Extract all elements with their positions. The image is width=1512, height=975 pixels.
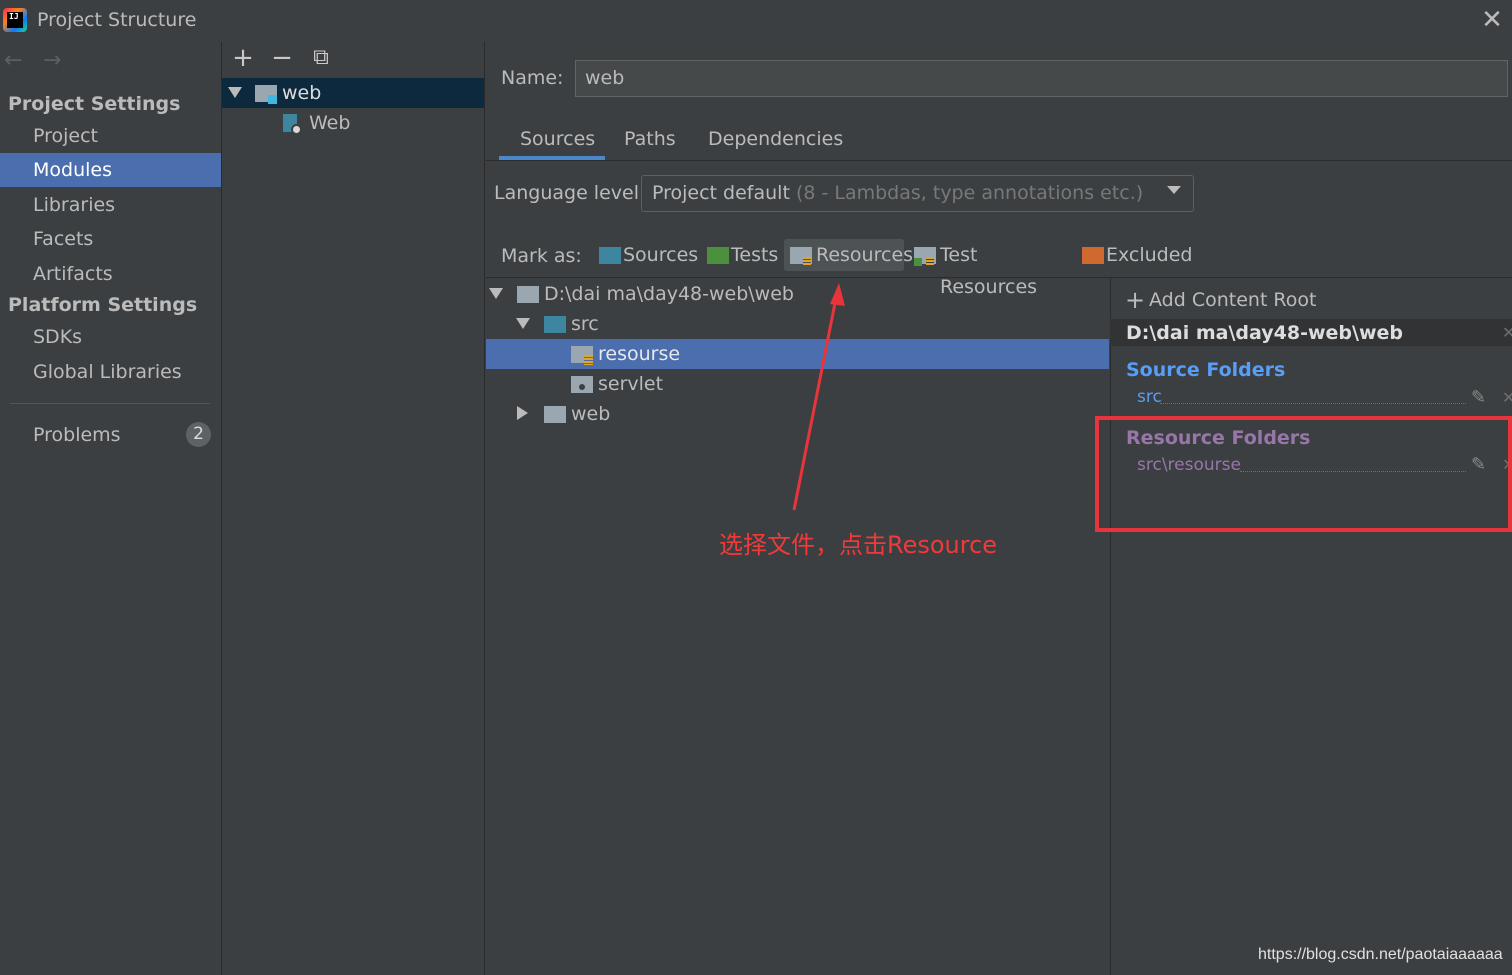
content-root-path: D:\dai ma\day48-web\web: [1126, 322, 1403, 344]
intellij-logo-icon: IJ: [3, 8, 27, 32]
add-content-root-button[interactable]: Add Content Root: [1149, 289, 1316, 311]
content-root-panel: [1110, 278, 1512, 975]
tabs-divider: [486, 160, 1512, 161]
window-title: Project Structure: [37, 9, 197, 31]
nav-divider: [10, 403, 210, 404]
mark-as-label: Mark as:: [501, 245, 582, 267]
expand-triangle-icon[interactable]: [516, 318, 530, 329]
active-tab-indicator: [499, 156, 605, 160]
remove-content-root-icon[interactable]: ✕: [1502, 323, 1512, 342]
language-level-label: Language level:: [494, 182, 646, 204]
close-icon[interactable]: ✕: [1478, 6, 1506, 34]
title-bar: [0, 0, 1512, 42]
sources-folder-icon: [599, 247, 621, 264]
remove-folder-icon[interactable]: ✕: [1502, 388, 1512, 407]
nav-section-platform-settings: Platform Settings: [8, 294, 198, 316]
forward-arrow-icon[interactable]: →: [43, 48, 61, 73]
nav-item-sdks[interactable]: SDKs: [0, 320, 221, 354]
tests-folder-icon: [707, 247, 729, 264]
plus-icon[interactable]: +: [1125, 286, 1145, 314]
remove-module-icon[interactable]: −: [269, 45, 295, 71]
package-folder-icon: [571, 376, 593, 393]
annotation-highlight-box: [1095, 416, 1512, 532]
nav-item-global-libraries[interactable]: Global Libraries: [0, 355, 221, 389]
nav-item-facets[interactable]: Facets: [0, 222, 221, 256]
web-facet-icon: [283, 114, 303, 136]
collapse-triangle-icon[interactable]: [517, 406, 528, 420]
tab-sources[interactable]: Sources: [520, 128, 595, 150]
facet-label-web[interactable]: Web: [309, 112, 350, 134]
module-folder-icon: [255, 85, 277, 105]
source-folder-entry[interactable]: src: [1137, 387, 1162, 407]
source-folder-icon: [544, 316, 566, 333]
nav-item-artifacts[interactable]: Artifacts: [0, 257, 221, 291]
expand-triangle-icon[interactable]: [489, 288, 503, 299]
mark-test-resources-button[interactable]: Test Resources: [910, 239, 1072, 298]
module-name-input[interactable]: web: [575, 60, 1508, 97]
tree-item-resourse[interactable]: resourse: [598, 343, 680, 365]
mark-tests-button[interactable]: Tests: [704, 239, 780, 271]
module-list-panel: [222, 42, 485, 975]
nav-item-project[interactable]: Project: [0, 119, 221, 153]
nav-item-modules[interactable]: Modules: [0, 153, 221, 187]
nav-section-project-settings: Project Settings: [8, 93, 181, 115]
mark-resources-button[interactable]: Resources: [784, 239, 913, 271]
expand-triangle-icon[interactable]: [228, 87, 242, 98]
resource-folder-icon: [571, 346, 595, 366]
tab-dependencies[interactable]: Dependencies: [708, 128, 843, 150]
back-arrow-icon[interactable]: ←: [4, 48, 22, 73]
folder-icon: [544, 406, 566, 423]
language-level-select[interactable]: Project default (8 - Lambdas, type annot…: [641, 175, 1194, 212]
nav-item-libraries[interactable]: Libraries: [0, 188, 221, 222]
copy-module-icon[interactable]: ⧉: [308, 45, 334, 71]
mark-sources-button[interactable]: Sources: [596, 239, 698, 271]
annotation-text: 选择文件，点击Resource: [719, 531, 998, 559]
module-label-web: web: [282, 82, 322, 104]
name-label: Name:: [501, 67, 564, 89]
tree-item-web[interactable]: web: [571, 403, 610, 425]
tree-item-servlet[interactable]: servlet: [598, 373, 663, 395]
tree-item-src[interactable]: src: [571, 313, 599, 335]
language-level-value: Project default: [652, 182, 790, 204]
add-module-icon[interactable]: +: [230, 45, 256, 71]
folder-icon: [517, 286, 539, 303]
edit-pencil-icon[interactable]: ✎: [1471, 389, 1489, 407]
chevron-down-icon[interactable]: [1167, 186, 1181, 194]
language-level-hint: (8 - Lambdas, type annotations etc.): [795, 182, 1144, 204]
source-folders-title: Source Folders: [1126, 359, 1286, 381]
mark-excluded-button[interactable]: Excluded: [1078, 239, 1193, 271]
tree-item-content-root[interactable]: D:\dai ma\day48-web\web: [544, 283, 794, 305]
watermark: https://blog.csdn.net/paotaiaaaaaa: [1258, 946, 1503, 963]
excluded-folder-icon: [1082, 247, 1104, 264]
tab-paths[interactable]: Paths: [624, 128, 676, 150]
problems-count-badge: 2: [186, 422, 211, 447]
